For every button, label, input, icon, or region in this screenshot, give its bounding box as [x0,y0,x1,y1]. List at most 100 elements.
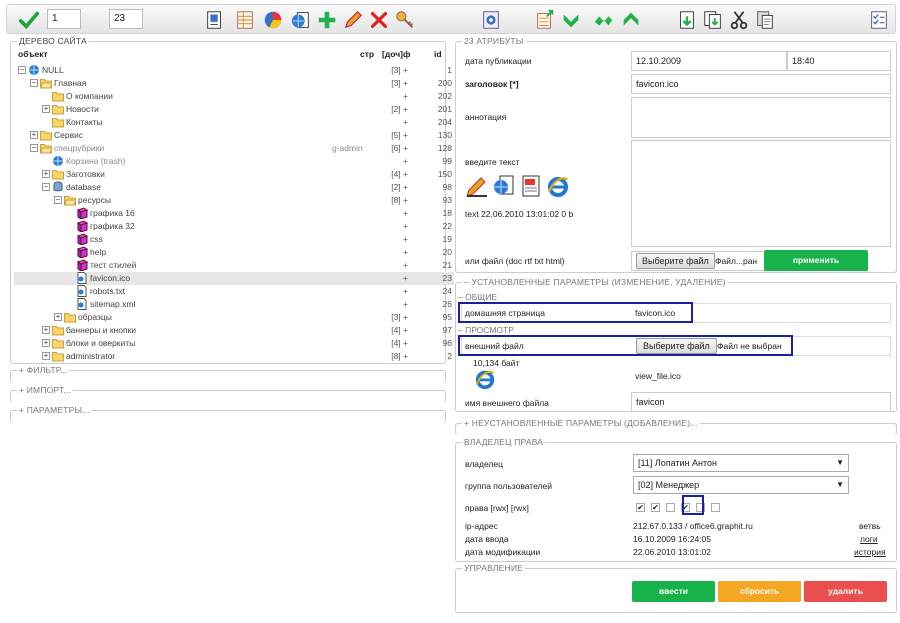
tree-item-children[interactable]: [6] + [364,143,408,153]
checklist-icon[interactable] [867,8,891,32]
tree-row[interactable]: тест стилей +21 [14,259,454,272]
branch-link[interactable]: ветвь [859,521,881,531]
tree-row[interactable]: + administrator [8] + 2 [14,350,454,363]
expand-toggle-icon[interactable]: + [42,326,50,334]
tree-item-label[interactable]: О компании [66,91,113,101]
owner-legend[interactable]: ВЛАДЕЛЕЦ ПРАВА [462,437,546,447]
expand-toggle-icon[interactable]: + [42,170,50,178]
tree-item-children[interactable]: [2] + [364,182,408,192]
choose-file-button[interactable]: Выберите файл [636,253,715,269]
copy-page-icon[interactable] [203,8,227,32]
tree-item-children[interactable]: + [364,91,408,101]
tree-item-label[interactable]: Главная [54,78,86,88]
tree-item-children[interactable]: [3] + [364,65,408,75]
tree-row[interactable]: Корзина (trash) +99 [14,155,454,168]
tree-row[interactable]: графика 16 +18 [14,207,454,220]
tree-item-label[interactable]: графика 16 [90,208,135,218]
import-section[interactable]: + ИМПОРТ... [10,385,446,403]
expand-toggle-icon[interactable]: + [42,105,50,113]
tree-item-children[interactable]: + [364,286,408,296]
keys-icon[interactable] [393,8,417,32]
ie-file-icon[interactable] [474,368,496,390]
tree-item-label[interactable]: образцы [78,312,112,322]
filter-section[interactable]: + ФИЛЬТР... [10,365,446,383]
logs-link[interactable]: логи [860,534,878,544]
tree-row[interactable]: favicon.ico +23 [14,272,454,285]
annotation-textarea[interactable] [631,97,891,138]
tree-item-label[interactable]: тест стилей [90,260,136,270]
tree-item-label[interactable]: блоки и оверкиты [66,338,135,348]
tree-row[interactable]: sitemap.xml +26 [14,298,454,311]
owner-select[interactable]: [11] Лопатин Антон ▼ [633,454,849,472]
collapse-toggle-icon[interactable]: − [30,79,38,87]
add-icon[interactable] [315,8,339,32]
tree-item-children[interactable]: [4] + [364,338,408,348]
tree-item-label[interactable]: css [90,234,103,244]
site-tree-legend[interactable]: ДЕРЕВО САЙТА [17,36,89,46]
history-link[interactable]: история [854,547,886,557]
collapse-toggle-icon[interactable]: − [54,196,62,204]
rights-checkbox[interactable]: ✔ [636,503,645,512]
pub-date-input[interactable]: 12.10.2009 [631,51,787,71]
tree-row[interactable]: Контакты +204 [14,116,454,129]
installed-legend[interactable]: – УСТАНОВЛЕННЫЕ ПАРАМЕТРЫ (ИЗМЕНЕНИЕ, УД… [462,277,728,287]
tree-row[interactable]: + баннеры и кнопки [4] + 97 [14,324,454,337]
tree-item-children[interactable]: + [364,221,408,231]
tree-item-children[interactable]: [8] + [364,195,408,205]
control-legend[interactable]: УПРАВЛЕНИЕ [462,563,526,573]
uninstalled-section[interactable]: + НЕУСТАНОВЛЕННЫЕ ПАРАМЕТРЫ (ДОБАВЛЕНИЕ)… [455,418,897,435]
tree-item-label[interactable]: Новости [66,104,99,114]
delete-icon[interactable] [367,8,391,32]
ext-name-input[interactable]: favicon [631,392,891,412]
tree-row[interactable]: + Заготовки [4] + 150 [14,168,454,181]
tree-row[interactable]: − database [2] + 98 [14,181,454,194]
tree-item-children[interactable]: [2] + [364,104,408,114]
word-doc-icon[interactable] [519,174,543,198]
params-legend[interactable]: + ПАРАМЕТРЫ... [17,405,92,415]
tree-item-children[interactable]: [3] + [364,312,408,322]
edit-icon[interactable] [341,8,365,32]
tree-row[interactable]: + Сервис [5] + 130 [14,129,454,142]
params-section[interactable]: + ПАРАМЕТРЫ... [10,405,446,423]
text-textarea[interactable] [631,140,891,247]
rights-checkbox[interactable] [711,503,720,512]
sort-down-icon[interactable] [559,8,583,32]
tree-item-label[interactable]: favicon.ico [90,273,130,283]
tree-item-children[interactable]: [8] + [364,351,408,361]
tree-row[interactable]: − Главная [3] + 200 [14,77,454,90]
view-file-link[interactable]: view_file.ico [635,371,681,381]
tree-item-children[interactable]: + [364,156,408,166]
expand-toggle-icon[interactable]: + [42,352,50,360]
tree-item-children[interactable]: + [364,247,408,257]
tree-item-label[interactable]: спецрубрики [54,143,104,153]
sort-up-icon[interactable] [619,8,643,32]
tree-row[interactable]: − ресурсы [8] + 93 [14,194,454,207]
grid-icon[interactable] [233,8,257,32]
globe-doc-icon[interactable] [492,174,516,198]
attributes-legend[interactable]: 23 АТРИБУТЫ [462,36,526,46]
tree-row[interactable]: графика 32 +22 [14,220,454,233]
tree-item-label[interactable]: administrator [66,351,115,361]
tree-item-children[interactable]: + [364,260,408,270]
view-legend[interactable]: – ПРОСМОТР [458,325,514,335]
collapse-toggle-icon[interactable]: − [18,66,26,74]
tree-item-children[interactable]: + [364,234,408,244]
tree-item-label[interactable]: Заготовки [66,169,105,179]
pub-time-input[interactable]: 18:40 [787,51,891,71]
tree-item-label[interactable]: ресурсы [78,195,111,205]
export-icon[interactable] [533,8,557,32]
pencil-doc-icon[interactable] [465,174,489,198]
tree-item-label[interactable]: Контакты [66,117,103,127]
tree-item-children[interactable]: + [364,117,408,127]
tree-item-label[interactable]: Корзина (trash) [66,156,125,166]
check-icon[interactable] [17,8,41,32]
sort-swap-icon[interactable] [591,8,615,32]
tree-row[interactable]: О компании +202 [14,90,454,103]
rights-checkbox[interactable] [666,503,675,512]
tree-row[interactable]: + образцы [3] + 95 [14,311,454,324]
expand-toggle-icon[interactable]: + [54,313,62,321]
enter-button[interactable]: ввести [632,581,715,602]
ie-icon[interactable] [546,174,570,198]
reset-button[interactable]: сбросить [718,581,801,602]
tree-item-children[interactable]: [4] + [364,169,408,179]
